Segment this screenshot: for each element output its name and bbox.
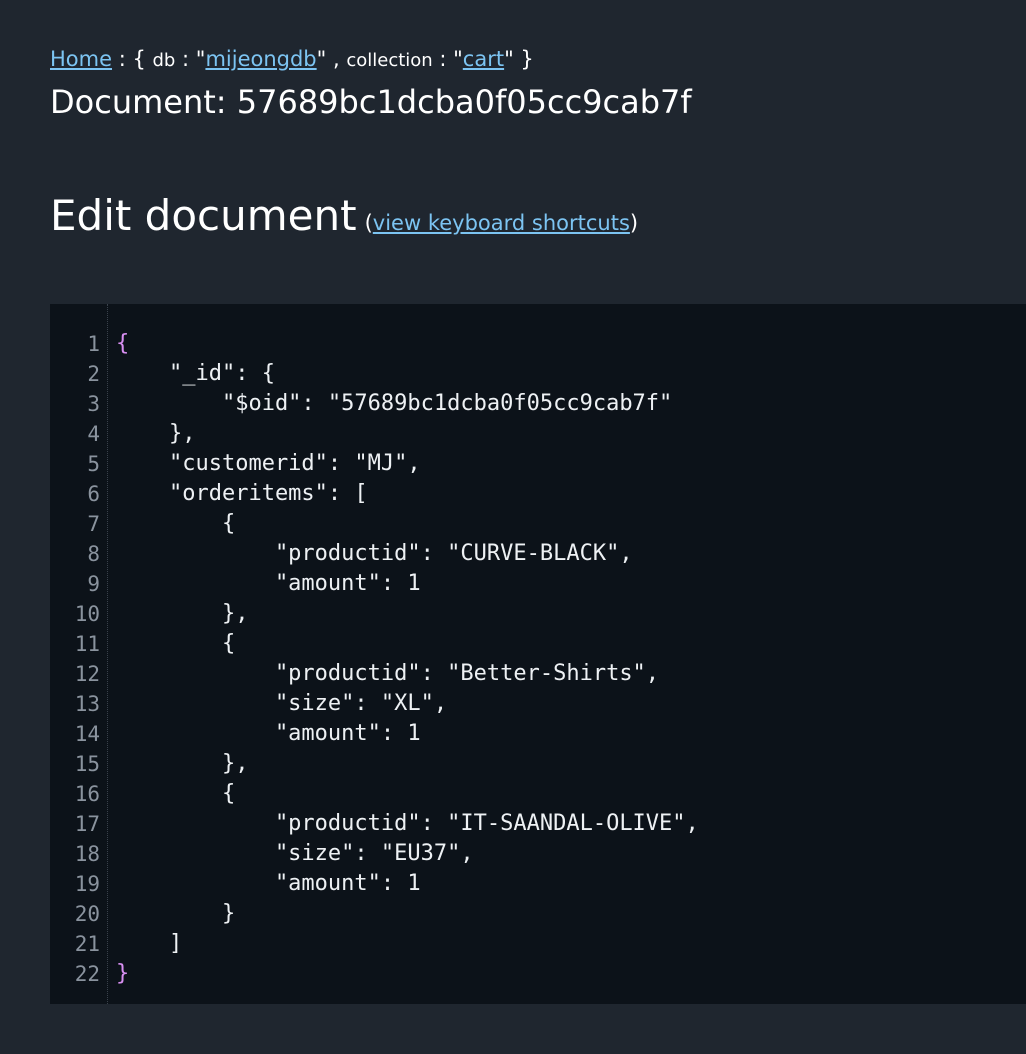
line-number: 22 — [74, 962, 100, 986]
code-text[interactable]: ] — [116, 929, 182, 959]
code-text[interactable]: "productid": "Better-Shirts", — [116, 659, 659, 689]
editor-line[interactable]: 16 { — [50, 779, 1026, 809]
code-text[interactable]: "amount": 1 — [116, 569, 421, 599]
code-editor[interactable]: 1{2 "_id": {3 "$oid": "57689bc1dcba0f05c… — [50, 304, 1026, 1004]
breadcrumb: Home : { db : "mijeongdb" , collection :… — [50, 44, 534, 76]
code-text[interactable]: "amount": 1 — [116, 869, 421, 899]
line-number: 19 — [74, 872, 100, 896]
code-text[interactable]: "orderitems": [ — [116, 479, 368, 509]
line-number: 17 — [74, 812, 100, 836]
editor-line[interactable]: 7 { — [50, 509, 1026, 539]
code-text[interactable]: "size": "EU37", — [116, 839, 474, 869]
line-number: 2 — [87, 362, 100, 386]
line-number: 12 — [74, 662, 100, 686]
breadcrumb-separator: : { — [112, 47, 153, 71]
editor-line[interactable]: 12 "productid": "Better-Shirts", — [50, 659, 1026, 689]
editor-line[interactable]: 15 }, — [50, 749, 1026, 779]
editor-line[interactable]: 8 "productid": "CURVE-BLACK", — [50, 539, 1026, 569]
page: Home : { db : "mijeongdb" , collection :… — [0, 0, 1026, 1054]
editor-line[interactable]: 9 "amount": 1 — [50, 569, 1026, 599]
line-number: 13 — [74, 692, 100, 716]
line-number: 21 — [74, 932, 100, 956]
code-text[interactable]: { — [116, 509, 235, 539]
paren-open: ( — [364, 211, 373, 235]
line-number: 18 — [74, 842, 100, 866]
breadcrumb-collection-link[interactable]: cart — [463, 47, 504, 71]
code-text[interactable]: "amount": 1 — [116, 719, 421, 749]
code-text[interactable]: "_id": { — [116, 359, 275, 389]
editor-line[interactable]: 4 }, — [50, 419, 1026, 449]
line-number: 14 — [74, 722, 100, 746]
paren-close: ) — [629, 211, 639, 235]
line-number: 20 — [74, 902, 100, 926]
shortcuts-wrapper: (view keyboard shortcuts) — [365, 211, 639, 235]
editor-line[interactable]: 19 "amount": 1 — [50, 869, 1026, 899]
code-text[interactable]: } — [116, 899, 235, 929]
editor-line[interactable]: 13 "size": "XL", — [50, 689, 1026, 719]
code-text[interactable]: "$oid": "57689bc1dcba0f05cc9cab7f" — [116, 389, 672, 419]
code-text[interactable]: "productid": "IT-SAANDAL-OLIVE", — [116, 809, 699, 839]
code-text[interactable]: }, — [116, 419, 196, 449]
line-number: 1 — [87, 332, 100, 356]
line-number: 8 — [87, 542, 100, 566]
code-text[interactable]: "size": "XL", — [116, 689, 447, 719]
edit-document-heading: Edit document (view keyboard shortcuts) — [50, 190, 638, 249]
breadcrumb-db-close: " , — [316, 47, 347, 71]
editor-line[interactable]: 22} — [50, 959, 1026, 989]
code-text[interactable]: { — [116, 629, 235, 659]
editor-line[interactable]: 11 { — [50, 629, 1026, 659]
breadcrumb-home-link[interactable]: Home — [50, 47, 112, 71]
code-text[interactable]: "customerid": "MJ", — [116, 449, 421, 479]
line-number: 4 — [87, 422, 100, 446]
editor-line[interactable]: 20 } — [50, 899, 1026, 929]
breadcrumb-db-key: db — [152, 50, 176, 71]
editor-line[interactable]: 2 "_id": { — [50, 359, 1026, 389]
code-text[interactable]: }, — [116, 749, 249, 779]
view-keyboard-shortcuts-link[interactable]: view keyboard shortcuts — [373, 211, 630, 235]
line-number: 5 — [87, 452, 100, 476]
editor-line[interactable]: 3 "$oid": "57689bc1dcba0f05cc9cab7f" — [50, 389, 1026, 419]
line-number: 16 — [74, 782, 100, 806]
editor-line[interactable]: 14 "amount": 1 — [50, 719, 1026, 749]
editor-line[interactable]: 18 "size": "EU37", — [50, 839, 1026, 869]
edit-document-title: Edit document — [50, 191, 357, 240]
line-number: 6 — [87, 482, 100, 506]
line-number: 15 — [74, 752, 100, 776]
editor-line[interactable]: 5 "customerid": "MJ", — [50, 449, 1026, 479]
breadcrumb-collection-colon: : " — [432, 47, 463, 71]
document-title: Document: 57689bc1dcba0f05cc9cab7f — [50, 83, 692, 121]
code-text[interactable]: } — [116, 959, 129, 989]
code-text[interactable]: "productid": "CURVE-BLACK", — [116, 539, 633, 569]
breadcrumb-db-link[interactable]: mijeongdb — [205, 47, 316, 71]
line-number: 3 — [87, 392, 100, 416]
breadcrumb-db-colon: : " — [175, 47, 206, 71]
breadcrumb-collection-key: collection — [346, 50, 433, 71]
editor-line[interactable]: 6 "orderitems": [ — [50, 479, 1026, 509]
line-number: 11 — [74, 632, 100, 656]
code-text[interactable]: }, — [116, 599, 249, 629]
line-number: 9 — [87, 572, 100, 596]
breadcrumb-collection-close: " } — [504, 47, 534, 71]
line-number: 10 — [74, 602, 100, 626]
code-text[interactable]: { — [116, 329, 129, 359]
editor-line[interactable]: 17 "productid": "IT-SAANDAL-OLIVE", — [50, 809, 1026, 839]
code-text[interactable]: { — [116, 779, 235, 809]
editor-lines[interactable]: 1{2 "_id": {3 "$oid": "57689bc1dcba0f05c… — [50, 329, 1026, 989]
editor-line[interactable]: 10 }, — [50, 599, 1026, 629]
editor-line[interactable]: 21 ] — [50, 929, 1026, 959]
line-number: 7 — [87, 512, 100, 536]
editor-line[interactable]: 1{ — [50, 329, 1026, 359]
